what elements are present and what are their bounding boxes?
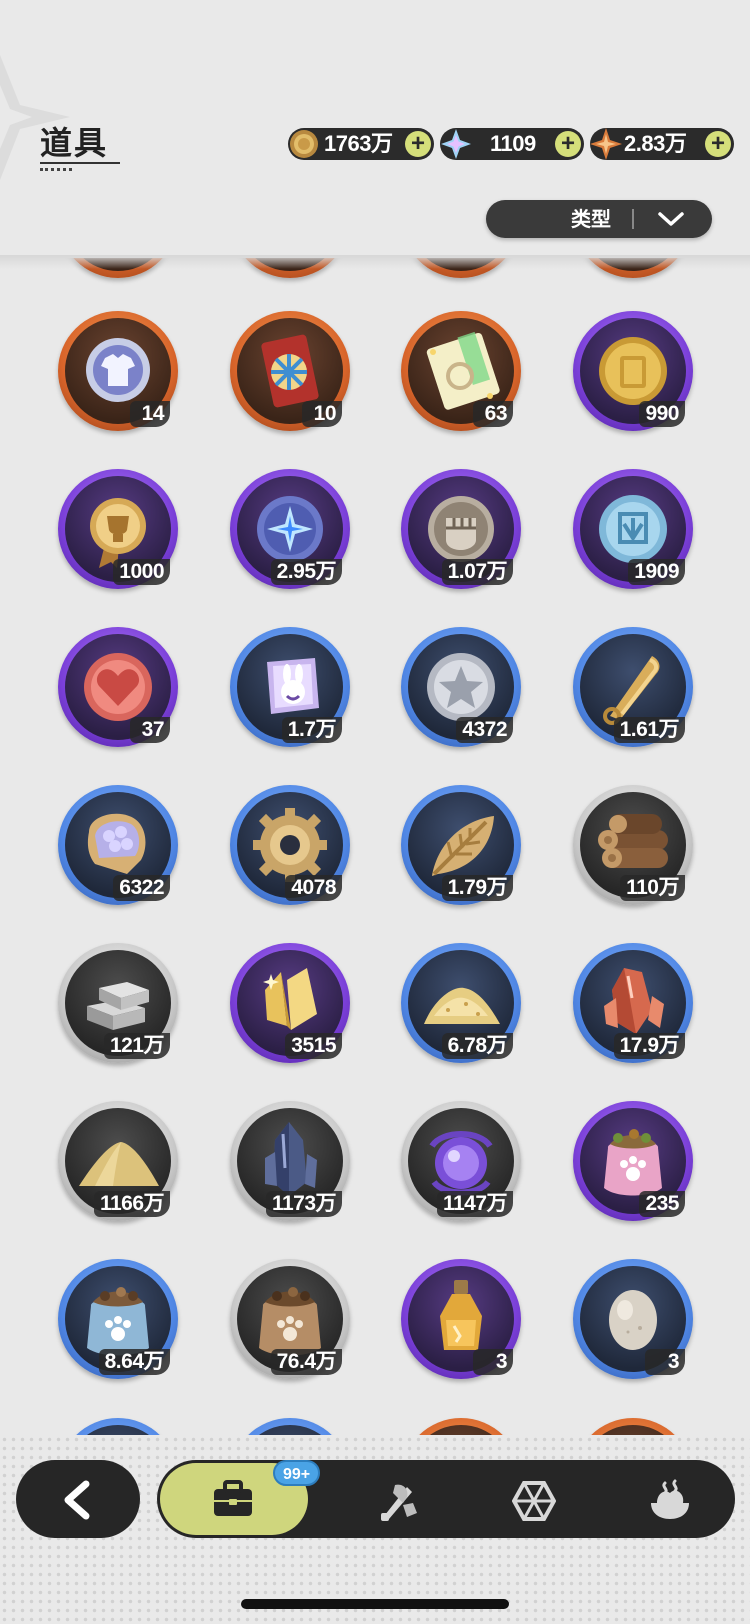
item-slot-bunny-badge[interactable]: 1.7万	[230, 627, 350, 747]
item-slot-purple-orb[interactable]: 1147万	[401, 1101, 521, 1221]
item-count: 76.4万	[270, 1349, 342, 1375]
item-slot-star-orb[interactable]: 2.95万	[230, 469, 350, 589]
bag-icon	[214, 1480, 252, 1516]
item-slot-blue-coin[interactable]: 1909	[573, 469, 693, 589]
currency-gold: 1763万 +	[288, 128, 434, 160]
item-slot-silver-star-coin[interactable]: 4372	[401, 627, 521, 747]
item-slot-sand-pile[interactable]: 1166万	[58, 1101, 178, 1221]
add-crystal-button[interactable]: +	[555, 131, 581, 157]
item-count: 1000	[113, 559, 170, 585]
item-slot-fist-coin[interactable]: 1.07万	[401, 469, 521, 589]
item-slot-stone-bricks[interactable]: 121万	[58, 943, 178, 1063]
add-star-button[interactable]: +	[705, 131, 731, 157]
item-slot-dark-crystal[interactable]: 1173万	[230, 1101, 350, 1221]
item-count: 2.95万	[270, 559, 342, 585]
notification-badge: 99+	[273, 1460, 321, 1486]
item-slot-wood-logs[interactable]: 110万	[573, 785, 693, 905]
item-count: 3	[473, 1349, 513, 1375]
inventory-screen: 道具 1763万 + 1109 + 2.83万 + 类型 14 10 63 99…	[0, 0, 750, 1624]
bottom-tab-bar	[157, 1460, 735, 1538]
item-slot-gold-coin-token[interactable]: 990	[573, 311, 693, 431]
currency-gold-value: 1763万	[324, 131, 393, 156]
item-count: 4078	[285, 875, 342, 901]
currency-star-value: 2.83万	[624, 131, 687, 156]
title-dots	[40, 168, 72, 171]
item-count: 1173万	[265, 1191, 342, 1217]
tab-food[interactable]	[597, 1460, 737, 1538]
star-shard-icon	[588, 126, 624, 162]
item-count: 990	[639, 401, 685, 427]
item-count: 1.7万	[281, 717, 342, 743]
add-gold-button[interactable]: +	[405, 131, 431, 157]
item-count: 17.9万	[613, 1033, 685, 1059]
item-count: 1147万	[436, 1191, 513, 1217]
item-count: 6322	[113, 875, 170, 901]
filter-label: 类型	[571, 207, 611, 231]
item-count: 6.78万	[441, 1033, 513, 1059]
item-slot-scale-pouch[interactable]: 6322	[58, 785, 178, 905]
item-slot-gear[interactable]: 4078	[230, 785, 350, 905]
item-slot-heart-coin[interactable]: 37	[58, 627, 178, 747]
item-count: 1166万	[93, 1191, 170, 1217]
item-slot-golden-leaf[interactable]: 1.79万	[401, 785, 521, 905]
item-slot-egg[interactable]: 3	[573, 1259, 693, 1379]
item-count: 3	[645, 1349, 685, 1375]
equipment-icon	[381, 1484, 417, 1521]
item-count: 235	[639, 1191, 685, 1217]
item-slot-potion-bottle[interactable]: 3	[401, 1259, 521, 1379]
gem-icon	[512, 1481, 556, 1521]
item-count: 37	[130, 717, 170, 743]
page-title: 道具	[40, 124, 109, 162]
item-count: 1.07万	[441, 559, 513, 585]
item-count: 121万	[103, 1033, 170, 1059]
item-count: 4372	[456, 717, 513, 743]
currency-crystal-value: 1109	[490, 131, 536, 156]
header-shadow	[0, 255, 750, 269]
item-count: 10	[302, 401, 342, 427]
item-slot-pink-food-sack[interactable]: 235	[573, 1101, 693, 1221]
tab-gem[interactable]	[462, 1460, 602, 1538]
item-slot-brown-food-sack[interactable]: 76.4万	[230, 1259, 350, 1379]
gold-coin-icon	[286, 126, 322, 162]
item-count: 3515	[285, 1033, 342, 1059]
item-count: 63	[473, 401, 513, 427]
home-indicator	[241, 1599, 509, 1609]
item-slot-shirt-medal[interactable]: 14	[58, 311, 178, 431]
item-slot-gold-dust[interactable]: 6.78万	[401, 943, 521, 1063]
item-slot-rainbow-ticket[interactable]: 63	[401, 311, 521, 431]
food-icon	[651, 1479, 689, 1519]
type-filter-dropdown[interactable]: 类型	[486, 200, 712, 238]
back-button[interactable]	[16, 1460, 140, 1538]
back-arrow-icon	[64, 1480, 90, 1520]
item-count: 110万	[620, 875, 685, 901]
crystal-icon	[438, 126, 474, 162]
currency-crystal: 1109 +	[440, 128, 584, 160]
item-slot-golden-blade[interactable]: 1.61万	[573, 627, 693, 747]
item-count: 1.79万	[441, 875, 513, 901]
currency-star: 2.83万 +	[590, 128, 734, 160]
item-count: 14	[130, 401, 170, 427]
tab-equipment[interactable]	[327, 1460, 467, 1538]
item-slot-gold-crystal[interactable]: 3515	[230, 943, 350, 1063]
chevron-down-icon	[658, 212, 684, 226]
item-slot-red-crystal[interactable]: 17.9万	[573, 943, 693, 1063]
filter-separator	[632, 209, 634, 229]
title-underline	[40, 162, 120, 165]
item-grid: 14 10 63 990 1000 2.95万 1.07万 1909 37 1.7万 4372 1.6…	[0, 258, 750, 1438]
item-count: 1.61万	[613, 717, 685, 743]
item-slot-trophy-medal[interactable]: 1000	[58, 469, 178, 589]
item-count: 1909	[628, 559, 685, 585]
item-slot-wheel-ticket[interactable]: 10	[230, 311, 350, 431]
item-slot-blue-food-sack[interactable]: 8.64万	[58, 1259, 178, 1379]
item-count: 8.64万	[98, 1349, 170, 1375]
